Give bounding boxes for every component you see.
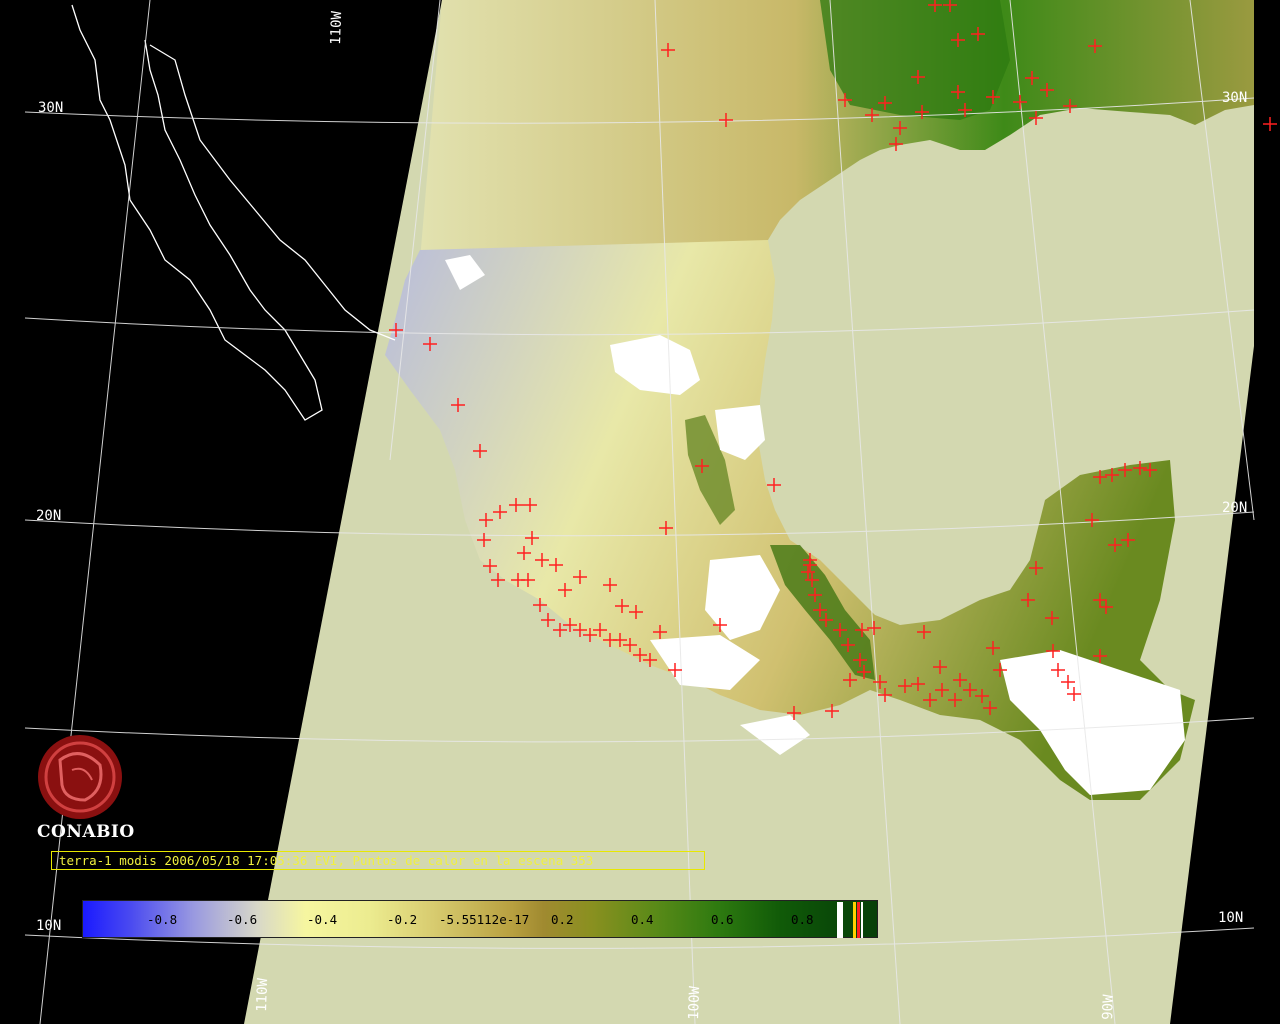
grid-label-20n-right: 20N: [1222, 500, 1247, 516]
scene-caption: terra-1 modis 2006/05/18 17:05:36 EVI, P…: [51, 851, 705, 870]
us-green: [820, 0, 1010, 120]
conabio-logo-text: CONABIO: [37, 822, 135, 842]
colorbar-marker: [857, 902, 860, 938]
colorbar-tick: 0.6: [711, 912, 734, 927]
colorbar-marker: [853, 902, 856, 938]
colorbar-tick: 0.4: [631, 912, 654, 927]
grid-label-30n-right: 30N: [1222, 90, 1247, 106]
colorbar-tick: -0.2: [387, 912, 418, 927]
colorbar-tick: 0.2: [551, 912, 574, 927]
grid-label-10n-right: 10N: [1218, 910, 1243, 926]
hotspot-marker: [1263, 117, 1277, 131]
grid-label-110w-top: 110W: [328, 10, 345, 45]
baja-coastline: [71, 4, 323, 421]
grid-label-110w-bottom: 110W: [254, 977, 271, 1012]
grid-label-20n-left: 20N: [36, 508, 61, 524]
colorbar-marker: [837, 902, 843, 938]
conabio-logo-icon: [38, 735, 122, 819]
grid-label-10n-left: 10N: [36, 918, 61, 934]
grid-label-100w-bottom: 100W: [686, 985, 703, 1020]
colorbar-tick: 0.8: [791, 912, 814, 927]
map-canvas: 30N 20N 10N 30N 20N 10N 110W 110W 100W 9…: [24, 0, 1277, 1024]
colorbar: -0.8 -0.6 -0.4 -0.2 -5.55112e-17 0.2 0.4…: [82, 900, 878, 938]
colorbar-marker: [861, 902, 863, 938]
colorbar-tick: -0.8: [147, 912, 178, 927]
colorbar-tick: -0.4: [307, 912, 338, 927]
colorbar-tick: -0.6: [227, 912, 258, 927]
colorbar-tick: -5.55112e-17: [439, 912, 530, 927]
sonora-coastline: [149, 44, 396, 341]
grid-label-90w-bottom: 90W: [1100, 994, 1117, 1020]
grid-label-30n-left: 30N: [38, 100, 63, 116]
